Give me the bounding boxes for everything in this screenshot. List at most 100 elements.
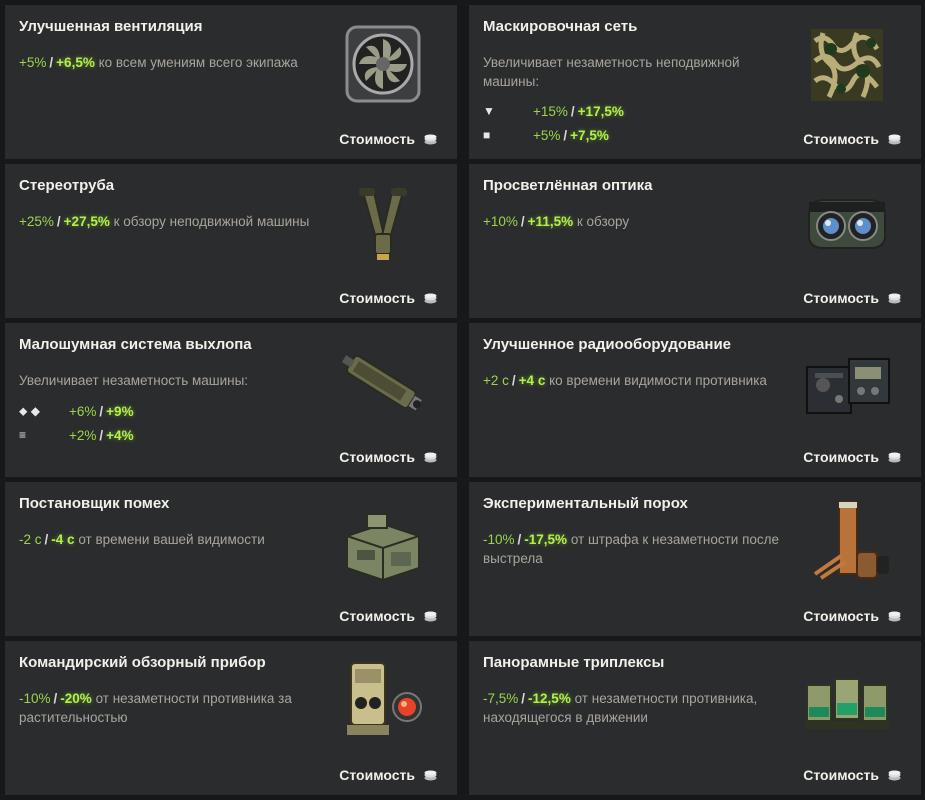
equipment-card-triplexes[interactable]: Панорамные триплексы -7,5% / -12,5% от нез…: [469, 641, 921, 795]
equipment-card-optics[interactable]: Просветлённая оптика +10% / +11,5% к обзор…: [469, 164, 921, 318]
bonus-separator: /: [56, 214, 61, 229]
bonus-separator: /: [53, 691, 58, 706]
credits-coin-icon: [424, 452, 437, 462]
bonus-improved-value: +9%: [106, 403, 134, 419]
equipment-bonus: -10% / -17,5% от штрафа к незаметности пос…: [483, 530, 788, 568]
credits-coin-icon: [888, 611, 901, 621]
equipment-card-jammer[interactable]: Постановщик помех -2 с / -4 с от времени в…: [5, 482, 457, 636]
credits-coin-icon: [888, 452, 901, 462]
cost-label: Стоимость: [803, 290, 879, 306]
coated-optics-icon: [808, 199, 886, 249]
credits-coin-icon: [424, 134, 437, 144]
bonus-improved-value: +6,5%: [56, 55, 95, 70]
bonus-base-value: -10%: [19, 691, 51, 706]
bonus-separator: /: [521, 691, 526, 706]
cost-button[interactable]: Стоимость: [803, 449, 901, 465]
tier-diamond-icon: ⬥ ◆: [19, 403, 40, 418]
bonus-improved-value: +17,5%: [577, 103, 624, 119]
bonus-separator: /: [570, 103, 575, 119]
cost-button[interactable]: Стоимость: [339, 131, 437, 147]
bonus-improved-value: +4 с: [518, 373, 546, 388]
panoramic-triplex-icon: [805, 678, 889, 729]
bonus-improved-value: -12,5%: [528, 691, 571, 706]
bonus-text: ко всем умениям всего экипажа: [98, 55, 298, 70]
bonus-improved-value: -4 с: [51, 532, 75, 547]
tier-row-stationary: ▼ +15% / +17,5%: [483, 101, 624, 121]
equipment-title: Постановщик помех: [19, 495, 170, 512]
tier-square-icon: ■: [483, 128, 491, 142]
cost-label: Стоимость: [803, 449, 879, 465]
bonus-base-value: +6%: [69, 403, 97, 419]
credits-coin-icon: [424, 611, 437, 621]
credits-coin-icon: [424, 293, 437, 303]
cost-button[interactable]: Стоимость: [803, 767, 901, 783]
equipment-bonus: -7,5% / -12,5% от незаметности противника,…: [483, 689, 788, 727]
bonus-base-value: -10%: [483, 532, 515, 547]
cost-label: Стоимость: [803, 608, 879, 624]
equipment-bonus: +5% / +6,5% ко всем умениям всего экипажа: [19, 53, 324, 72]
equipment-title: Улучшенное радиооборудование: [483, 336, 732, 353]
bonus-base-value: +10%: [483, 214, 518, 229]
equipment-card-ventilation[interactable]: Улучшенная вентиляция +5% / +6,5% ко всем …: [5, 5, 457, 159]
tier-stripes-icon: ≡: [19, 428, 27, 442]
bonus-text: к обзору неподвижной машины: [113, 214, 310, 229]
cost-button[interactable]: Стоимость: [339, 608, 437, 624]
bonus-base-value: +5%: [533, 127, 561, 143]
bonus-text: к обзору: [576, 214, 630, 229]
experimental-powder-icon: [813, 501, 889, 580]
equipment-card-camo-net[interactable]: Маскировочная сеть Увеличивает незаметно…: [469, 5, 921, 159]
bonus-base-value: -2 с: [19, 532, 42, 547]
equipment-description: Увеличивает незаметность машины:: [19, 373, 249, 388]
equipment-card-radio[interactable]: Улучшенное радиооборудование +2 с / +4 с к…: [469, 323, 921, 477]
cost-label: Стоимость: [339, 767, 415, 783]
bonus-separator: /: [563, 127, 568, 143]
equipment-title: Маскировочная сеть: [483, 18, 638, 35]
tier-triangle-icon: ▼: [483, 104, 495, 118]
cost-button[interactable]: Стоимость: [339, 767, 437, 783]
equipment-title: Экспериментальный порох: [483, 495, 688, 512]
equipment-title: Улучшенная вентиляция: [19, 18, 203, 35]
commander-vision-icon: [347, 662, 422, 735]
equipment-card-powder[interactable]: Экспериментальный порох -10% / -17,5% от ш…: [469, 482, 921, 636]
credits-coin-icon: [424, 770, 437, 780]
bonus-separator: /: [520, 214, 525, 229]
equipment-bonus: +2 с / +4 с ко времени видимости противник…: [483, 371, 788, 390]
credits-coin-icon: [888, 293, 901, 303]
credits-coin-icon: [888, 134, 901, 144]
bonus-base-value: -7,5%: [483, 691, 519, 706]
bonus-improved-value: +4%: [106, 427, 134, 443]
cost-label: Стоимость: [803, 131, 879, 147]
cost-button[interactable]: Стоимость: [803, 608, 901, 624]
equipment-bonus: -10% / -20% от незаметности противника за …: [19, 689, 324, 727]
bonus-base-value: +2%: [69, 427, 97, 443]
equipment-title: Командирский обзорный прибор: [19, 654, 266, 671]
cost-label: Стоимость: [339, 608, 415, 624]
equipment-card-commander-vision[interactable]: Командирский обзорный прибор -10% / -20% о…: [5, 641, 457, 795]
exhaust-system-icon: [341, 354, 422, 411]
bonus-improved-value: +27,5%: [63, 214, 110, 229]
tier-row-light-tanks: ⬥ ◆ +6% / +9%: [19, 401, 134, 421]
ventilation-fan-icon: [345, 25, 421, 103]
cost-button[interactable]: Стоимость: [803, 131, 901, 147]
camouflage-net-icon: [811, 29, 883, 101]
bonus-text: ко времени видимости противника: [549, 373, 767, 388]
cost-button[interactable]: Стоимость: [339, 449, 437, 465]
bonus-separator: /: [49, 55, 54, 70]
bonus-separator: /: [511, 373, 516, 388]
equipment-card-binoculars[interactable]: Стереотруба +25% / +27,5% к обзору неподви…: [5, 164, 457, 318]
bonus-separator: /: [517, 532, 522, 547]
equipment-title: Стереотруба: [19, 177, 115, 194]
bonus-base-value: +25%: [19, 214, 54, 229]
equipment-title: Малошумная система выхлопа: [19, 336, 252, 353]
radio-equipment-icon: [806, 358, 890, 414]
equipment-card-exhaust[interactable]: Малошумная система выхлопа Увеличивает н…: [5, 323, 457, 477]
bonus-separator: /: [44, 532, 49, 547]
equipment-bonus: -2 с / -4 с от времени вашей видимости: [19, 530, 324, 549]
bonus-separator: /: [99, 403, 104, 419]
cost-button[interactable]: Стоимость: [339, 290, 437, 306]
bonus-improved-value: -20%: [60, 691, 92, 706]
credits-coin-icon: [888, 770, 901, 780]
cost-label: Стоимость: [339, 131, 415, 147]
bonus-base-value: +2 с: [483, 373, 509, 388]
cost-button[interactable]: Стоимость: [803, 290, 901, 306]
